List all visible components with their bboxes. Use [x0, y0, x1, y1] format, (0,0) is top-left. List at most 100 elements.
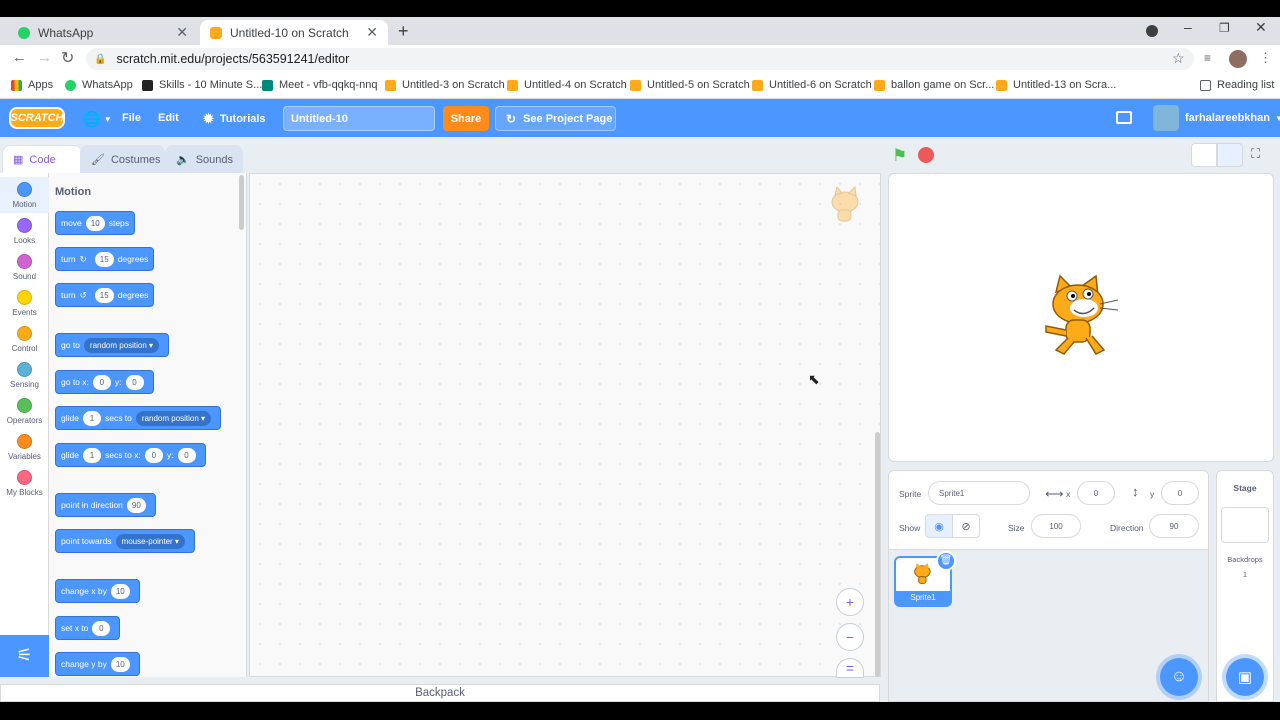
small-stage-icon[interactable] [1191, 143, 1217, 167]
block-turn-left[interactable]: turn ↺ 15 degrees [55, 283, 155, 307]
script-area[interactable] [249, 173, 881, 677]
see-project-page-button[interactable]: ↻ See Project Page [495, 106, 616, 131]
new-tab-button[interactable]: + [398, 21, 409, 42]
bookmark-untitled-5[interactable]: Untitled-5 on Scratch [630, 77, 750, 93]
block-change-y[interactable]: change y by 10 [55, 652, 140, 676]
category-looks[interactable]: Looks [0, 213, 49, 249]
zoom-out-button[interactable]: − [836, 623, 864, 651]
category-operators[interactable]: Operators [0, 393, 49, 429]
tutorials-button[interactable]: ✹ Tutorials [203, 111, 266, 127]
bookmark-untitled-4[interactable]: Untitled-4 on Scratch [507, 77, 627, 93]
backdrop-thumbnail[interactable] [1221, 507, 1269, 543]
project-title-input[interactable]: Untitled-10 [283, 106, 435, 131]
block-input[interactable]: 10 [85, 215, 105, 231]
bookmark-meet[interactable]: Meet - vfb-qqkq-nnq [262, 77, 377, 93]
show-visible-icon[interactable]: ◉ [925, 514, 953, 538]
tab-sounds[interactable]: 🔈 Sounds [165, 145, 243, 173]
block-input[interactable]: 0 [144, 447, 163, 463]
fullscreen-icon[interactable]: ⛶ [1251, 146, 1260, 162]
reading-list[interactable]: Reading list [1200, 77, 1274, 93]
size-input[interactable]: 100 [1031, 514, 1081, 538]
cat-sprite-icon[interactable] [1038, 274, 1122, 362]
bookmark-untitled-6[interactable]: Untitled-6 on Scratch [752, 77, 872, 93]
tab-scratch[interactable]: Untitled-10 on Scratch ✕ [200, 20, 388, 45]
my-stuff-folder-icon[interactable] [1116, 111, 1132, 124]
block-input[interactable]: 10 [110, 583, 130, 599]
block-input[interactable]: 15 [94, 287, 114, 303]
block-set-x[interactable]: set x to 0 [55, 616, 121, 640]
show-hidden-icon[interactable]: ⊘ [952, 514, 980, 538]
profile-avatar[interactable] [1229, 50, 1247, 68]
block-glide-to[interactable]: glide 1 secs to random position ▾ [55, 406, 222, 430]
y-input[interactable]: 0 [1161, 481, 1199, 505]
category-sound[interactable]: Sound [0, 249, 49, 285]
choose-sprite-button[interactable]: ☺ [1160, 658, 1198, 696]
tab-whatsapp[interactable]: WhatsApp ✕ [8, 20, 198, 45]
zoom-in-button[interactable]: + [836, 588, 864, 616]
category-sensing[interactable]: Sensing [0, 357, 49, 393]
bookmark-untitled-3[interactable]: Untitled-3 on Scratch [385, 77, 505, 93]
block-dropdown[interactable]: random position ▾ [135, 410, 212, 426]
url-bar[interactable]: 🔒 scratch.mit.edu/projects/563591241/edi… [86, 48, 1194, 70]
block-go-to[interactable]: go to random position ▾ [55, 333, 170, 357]
browser-menu-icon[interactable]: ⋮ [1259, 50, 1272, 66]
tab-costumes[interactable]: 🖌 Costumes [80, 145, 165, 173]
block-input[interactable]: 10 [110, 656, 130, 672]
media-control-icon[interactable]: ≡ [1204, 51, 1211, 65]
block-turn-right[interactable]: turn ↻ 15 degrees [55, 247, 155, 271]
bookmark-untitled-13[interactable]: Untitled-13 on Scra... [996, 77, 1116, 93]
user-menu[interactable]: farhalareebkhan ▼ [1185, 112, 1280, 124]
bookmark-apps[interactable]: Apps [11, 77, 53, 93]
delete-sprite-icon[interactable]: 🗑 [936, 551, 956, 571]
extensions-button[interactable]: ⚟ [0, 635, 49, 677]
block-input[interactable]: 0 [92, 374, 111, 390]
block-go-to-xy[interactable]: go to x: 0 y: 0 [55, 370, 154, 394]
bookmark-whatsapp[interactable]: WhatsApp [65, 77, 133, 93]
block-input[interactable]: 1 [82, 410, 101, 426]
block-dropdown[interactable]: mouse-pointer ▾ [115, 533, 185, 549]
block-dropdown[interactable]: random position ▾ [83, 337, 160, 353]
reload-icon[interactable]: ↻ [61, 48, 74, 68]
sprite-name-input[interactable]: Sprite1 [928, 481, 1030, 505]
category-variables[interactable]: Variables [0, 429, 49, 465]
tab-search-icon[interactable] [1146, 25, 1158, 37]
large-stage-icon[interactable] [1217, 143, 1243, 167]
category-motion[interactable]: Motion [0, 177, 49, 213]
category-my-blocks[interactable]: My Blocks [0, 465, 49, 501]
block-input[interactable]: 90 [126, 497, 146, 513]
choose-backdrop-button[interactable]: ▣ [1226, 658, 1264, 696]
block-input[interactable]: 0 [92, 620, 111, 636]
share-button[interactable]: Share [443, 106, 489, 131]
zoom-reset-button[interactable]: = [836, 658, 864, 678]
tab-code[interactable]: ▦ Code [2, 145, 82, 173]
category-control[interactable]: Control [0, 321, 49, 357]
edit-menu[interactable]: Edit [158, 112, 179, 124]
scratch-logo[interactable]: SCRATCH [9, 107, 65, 129]
block-move-steps[interactable]: move 10 steps [55, 211, 136, 235]
block-change-x[interactable]: change x by 10 [55, 579, 140, 603]
script-scrollbar[interactable] [875, 432, 880, 677]
category-events[interactable]: Events [0, 285, 49, 321]
stop-icon[interactable] [918, 147, 934, 163]
block-input[interactable]: 15 [94, 251, 114, 267]
forward-icon[interactable]: → [37, 49, 52, 66]
user-avatar[interactable] [1153, 105, 1179, 131]
block-input[interactable]: 0 [177, 447, 196, 463]
bookmark-ballon-game[interactable]: ballon game on Scr... [874, 77, 994, 93]
direction-input[interactable]: 90 [1149, 514, 1199, 538]
block-input[interactable]: 1 [82, 447, 101, 463]
bookmark-skills[interactable]: Skills - 10 Minute S... [142, 77, 262, 93]
close-window-icon[interactable]: ✕ [1255, 19, 1267, 36]
backpack-bar[interactable]: Backpack [0, 684, 880, 702]
restore-icon[interactable]: ❐ [1219, 21, 1230, 35]
file-menu[interactable]: File [122, 112, 141, 124]
x-input[interactable]: 0 [1077, 481, 1115, 505]
language-menu[interactable]: 🌐 ▼ [82, 110, 112, 128]
close-tab-icon[interactable]: ✕ [366, 24, 378, 41]
back-icon[interactable]: ← [12, 49, 27, 66]
block-point-towards[interactable]: point towards mouse-pointer ▾ [55, 529, 195, 553]
bookmark-star-icon[interactable]: ☆ [1172, 50, 1185, 67]
close-tab-icon[interactable]: ✕ [176, 24, 188, 41]
block-point-in-direction[interactable]: point in direction 90 [55, 493, 156, 517]
minimize-icon[interactable]: – [1184, 19, 1192, 35]
